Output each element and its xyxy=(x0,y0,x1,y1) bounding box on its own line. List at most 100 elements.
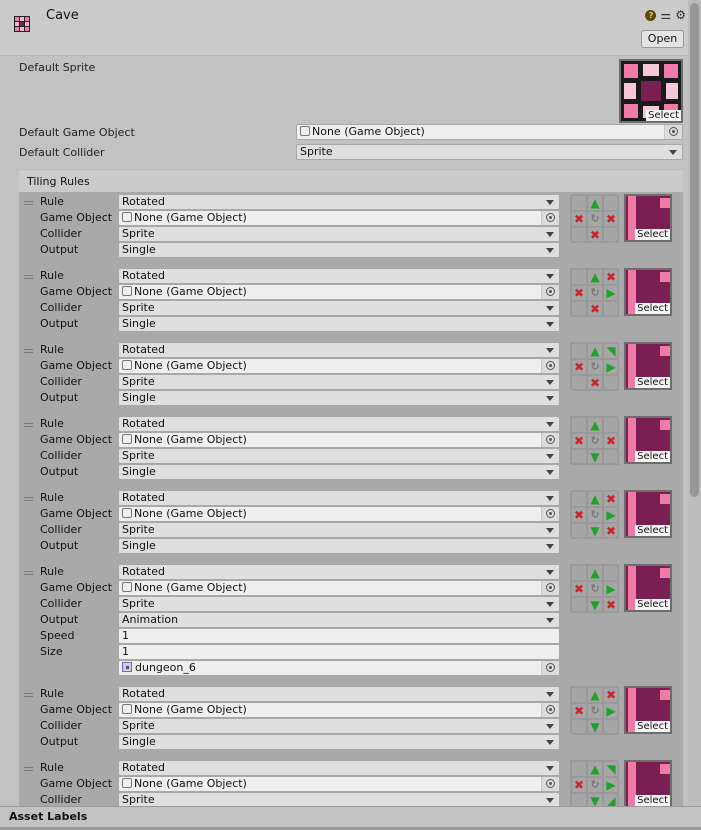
game-object-field[interactable]: None (Game Object) xyxy=(118,506,560,522)
rule-sprite-field[interactable]: Select xyxy=(624,564,672,612)
not-neighbor-x-icon[interactable]: ✖ xyxy=(571,703,587,719)
object-picker-icon[interactable] xyxy=(664,125,682,139)
not-neighbor-x-icon[interactable]: ✖ xyxy=(571,359,587,375)
select-button[interactable]: Select xyxy=(635,525,670,536)
object-picker-icon[interactable] xyxy=(541,285,559,299)
not-neighbor-x-icon[interactable]: ✖ xyxy=(571,581,587,597)
not-neighbor-x-icon[interactable]: ✖ xyxy=(587,301,603,317)
output-dropdown[interactable]: Single xyxy=(118,316,560,332)
arrow-up-icon[interactable]: ▲ xyxy=(587,417,603,433)
rule-dropdown[interactable]: Rotated xyxy=(118,342,560,358)
size-input[interactable]: 1 xyxy=(118,644,560,660)
empty-cell[interactable] xyxy=(571,597,587,613)
rule-sprite-field[interactable]: Select xyxy=(624,268,672,316)
rule-sprite-field[interactable]: Select xyxy=(624,760,672,806)
empty-cell[interactable] xyxy=(603,719,619,735)
default-collider-dropdown[interactable]: Sprite xyxy=(296,144,683,160)
collider-dropdown[interactable]: Sprite xyxy=(118,718,560,734)
not-neighbor-x-icon[interactable]: ✖ xyxy=(571,777,587,793)
arrow-up-icon[interactable]: ▲ xyxy=(587,761,603,777)
rule-sprite-field[interactable]: Select xyxy=(624,416,672,464)
rule-dropdown[interactable]: Rotated xyxy=(118,564,560,580)
empty-cell[interactable] xyxy=(603,375,619,391)
select-button[interactable]: Select xyxy=(635,451,670,462)
empty-cell[interactable] xyxy=(603,195,619,211)
rule-sprite-field[interactable]: Select xyxy=(624,686,672,734)
empty-cell[interactable] xyxy=(571,301,587,317)
rotate-icon[interactable]: ↻ xyxy=(587,703,603,719)
empty-cell[interactable] xyxy=(571,565,587,581)
empty-cell[interactable] xyxy=(571,343,587,359)
not-neighbor-x-icon[interactable]: ✖ xyxy=(571,433,587,449)
not-neighbor-x-icon[interactable]: ✖ xyxy=(571,211,587,227)
rule-dropdown[interactable]: Rotated xyxy=(118,760,560,776)
arrow-down-icon[interactable]: ▼ xyxy=(587,597,603,613)
not-neighbor-x-icon[interactable]: ✖ xyxy=(603,269,619,285)
object-picker-icon[interactable] xyxy=(541,359,559,373)
arrow-up-right-icon[interactable]: ◥ xyxy=(603,343,619,359)
empty-cell[interactable] xyxy=(571,417,587,433)
arrow-right-icon[interactable]: ▶ xyxy=(603,285,619,301)
object-picker-icon[interactable] xyxy=(541,507,559,521)
arrow-down-icon[interactable]: ▼ xyxy=(587,523,603,539)
drag-handle-icon[interactable] xyxy=(24,201,33,205)
drag-handle-icon[interactable] xyxy=(24,767,33,771)
collider-dropdown[interactable]: Sprite xyxy=(118,374,560,390)
empty-cell[interactable] xyxy=(571,227,587,243)
not-neighbor-x-icon[interactable]: ✖ xyxy=(603,523,619,539)
arrow-up-icon[interactable]: ▲ xyxy=(587,343,603,359)
rotate-icon[interactable]: ↻ xyxy=(587,359,603,375)
empty-cell[interactable] xyxy=(603,565,619,581)
drag-handle-icon[interactable] xyxy=(24,275,33,279)
select-button[interactable]: Select xyxy=(635,377,670,388)
select-button[interactable]: Select xyxy=(635,229,670,240)
drag-handle-icon[interactable] xyxy=(24,571,33,575)
select-button[interactable]: Select xyxy=(635,795,670,806)
game-object-field[interactable]: None (Game Object) xyxy=(118,702,560,718)
rotate-icon[interactable]: ↻ xyxy=(587,777,603,793)
default-sprite-field[interactable]: Select xyxy=(619,59,683,123)
arrow-up-icon[interactable]: ▲ xyxy=(587,195,603,211)
game-object-field[interactable]: None (Game Object) xyxy=(118,358,560,374)
drag-handle-icon[interactable] xyxy=(24,349,33,353)
output-dropdown[interactable]: Single xyxy=(118,464,560,480)
empty-cell[interactable] xyxy=(571,449,587,465)
collider-dropdown[interactable]: Sprite xyxy=(118,522,560,538)
rotate-icon[interactable]: ↻ xyxy=(587,581,603,597)
empty-cell[interactable] xyxy=(603,301,619,317)
arrow-right-icon[interactable]: ▶ xyxy=(603,777,619,793)
asset-labels-title[interactable]: Asset Labels xyxy=(9,810,87,823)
collider-dropdown[interactable]: Sprite xyxy=(118,792,560,806)
not-neighbor-x-icon[interactable]: ✖ xyxy=(603,491,619,507)
empty-cell[interactable] xyxy=(603,227,619,243)
rule-sprite-field[interactable]: Select xyxy=(624,194,672,242)
arrow-right-icon[interactable]: ▶ xyxy=(603,507,619,523)
arrow-down-icon[interactable]: ▼ xyxy=(587,719,603,735)
help-icon[interactable]: ? xyxy=(645,9,657,21)
preset-icon[interactable]: ⚌ xyxy=(660,9,671,21)
empty-cell[interactable] xyxy=(571,269,587,285)
game-object-field[interactable]: None (Game Object) xyxy=(118,284,560,300)
rule-sprite-field[interactable]: Select xyxy=(624,342,672,390)
collider-dropdown[interactable]: Sprite xyxy=(118,226,560,242)
empty-cell[interactable] xyxy=(571,793,587,806)
drag-handle-icon[interactable] xyxy=(24,497,33,501)
arrow-down-icon[interactable]: ▼ xyxy=(587,449,603,465)
arrow-down-icon[interactable]: ▼ xyxy=(587,793,603,806)
object-picker-icon[interactable] xyxy=(541,777,559,791)
empty-cell[interactable] xyxy=(571,491,587,507)
animation-sprite-field[interactable]: dungeon_6 xyxy=(118,660,560,676)
arrow-down-right-icon[interactable]: ◢ xyxy=(603,793,619,806)
select-button[interactable]: Select xyxy=(635,303,670,314)
object-picker-icon[interactable] xyxy=(541,581,559,595)
empty-cell[interactable] xyxy=(571,375,587,391)
not-neighbor-x-icon[interactable]: ✖ xyxy=(571,285,587,301)
output-dropdown[interactable]: Animation xyxy=(118,612,560,628)
object-picker-icon[interactable] xyxy=(541,433,559,447)
game-object-field[interactable]: None (Game Object) xyxy=(118,580,560,596)
not-neighbor-x-icon[interactable]: ✖ xyxy=(603,433,619,449)
vertical-scrollbar[interactable] xyxy=(688,0,701,806)
default-game-object-field[interactable]: None (Game Object) xyxy=(296,124,683,140)
not-neighbor-x-icon[interactable]: ✖ xyxy=(603,687,619,703)
output-dropdown[interactable]: Single xyxy=(118,242,560,258)
